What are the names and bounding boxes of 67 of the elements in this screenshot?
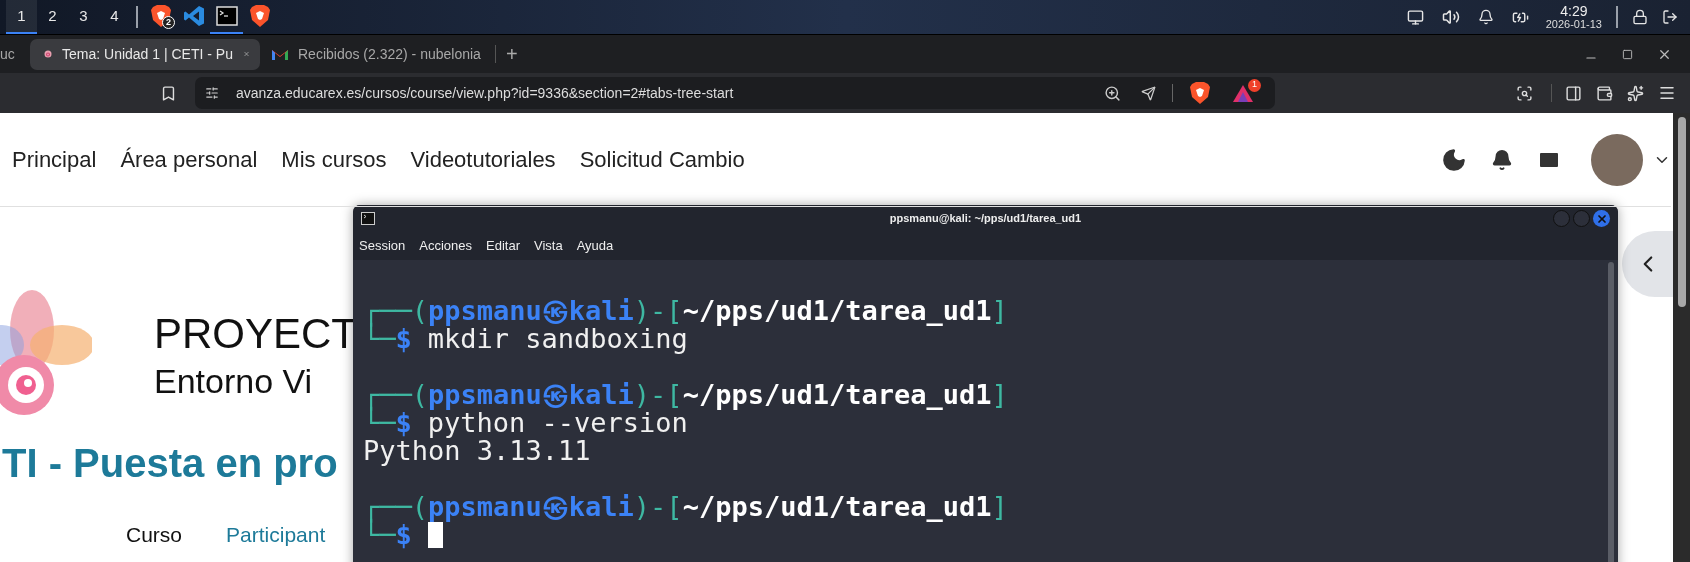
mail-favicon-icon: [272, 48, 288, 60]
sidebar-icon[interactable]: [1565, 84, 1582, 102]
notification-badge: 1: [1248, 78, 1261, 92]
logo-title: PROYECT: [154, 308, 358, 359]
terminal-icon: [361, 212, 375, 225]
wallet-icon[interactable]: [1596, 84, 1613, 102]
close-icon: [1595, 212, 1608, 225]
logo-subtitle: Entorno Vi: [154, 361, 314, 402]
nav-link[interactable]: Mis cursos: [281, 143, 387, 176]
menu-icon[interactable]: [1658, 84, 1676, 102]
menu-item[interactable]: Vista: [533, 236, 563, 256]
command-output: Python 3.13.11: [363, 437, 591, 465]
clock-date: 2026-01-13: [1545, 19, 1602, 30]
nav-link[interactable]: Videotutoriales: [410, 143, 556, 176]
send-icon[interactable]: [1141, 85, 1156, 101]
command-text: mkdir sandboxing: [427, 325, 688, 353]
drawer-toggle-button[interactable]: [1622, 231, 1674, 297]
prompt-dollar: $: [395, 521, 412, 549]
taskbar-app-button[interactable]: 2: [144, 0, 177, 34]
display-icon[interactable]: [1406, 8, 1424, 26]
nav-link[interactable]: Solicitud Cambio: [579, 143, 745, 176]
browser-tab[interactable]: Recibidos (2.322) - nubelonia: [260, 38, 493, 70]
close-button[interactable]: [1593, 210, 1610, 227]
workspace-button[interactable]: 2: [37, 0, 68, 34]
avatar-placeholder[interactable]: [1591, 133, 1643, 186]
scrollbar[interactable]: [1608, 262, 1614, 562]
assistant-icon[interactable]: [1627, 84, 1644, 102]
logout-icon[interactable]: [1662, 9, 1678, 25]
page-search-icon[interactable]: [1516, 84, 1533, 102]
address-bar[interactable]: avanza.educarex.es/cursos/course/view.php?id=9336&section=2#tabs-tree-start 1: [195, 77, 1275, 109]
text-cursor: [427, 522, 443, 548]
nav-link[interactable]: Principal: [12, 143, 97, 176]
scrollbar[interactable]: [1673, 113, 1690, 562]
workspace-button[interactable]: 3: [68, 0, 99, 34]
clock-time: 4:29: [1560, 4, 1588, 18]
lock-icon[interactable]: [1632, 9, 1648, 25]
site-settings-icon[interactable]: [205, 86, 219, 100]
command-text: python --version: [427, 409, 688, 437]
course-tab[interactable]: Participant: [226, 519, 326, 551]
code-editor-icon: [182, 5, 205, 27]
url-text: avanza.educarex.es/cursos/course/view.php?id=9336&section=2#tabs-tree-start: [236, 83, 734, 103]
shield-icon: [1189, 81, 1211, 105]
terminal-icon: [215, 6, 238, 26]
zoom-icon[interactable]: [1104, 84, 1121, 102]
notification-icon[interactable]: [1477, 9, 1494, 25]
window-title: ppsmanu@kali: ~/pps/ud1/tarea_ud1: [889, 211, 1082, 227]
nav-link[interactable]: Área personal: [120, 143, 258, 176]
menu-item[interactable]: Session: [359, 236, 406, 256]
workspace-button[interactable]: 4: [99, 0, 130, 34]
course-title: TI - Puesta en pro: [2, 440, 338, 487]
menu-item[interactable]: Acciones: [419, 236, 472, 256]
course-tab[interactable]: Curso: [126, 519, 183, 551]
prompt-dollar: $: [395, 325, 412, 353]
volume-icon[interactable]: [1441, 8, 1460, 26]
prompt-dollar: $: [395, 409, 412, 437]
lion-shield-icon: [248, 4, 271, 28]
count-badge: 2: [162, 16, 175, 29]
bookmark-icon[interactable]: [160, 84, 177, 102]
maximize-icon[interactable]: [1622, 48, 1633, 60]
menu-item[interactable]: Editar: [486, 236, 520, 256]
notification-icon[interactable]: [1491, 148, 1513, 171]
dark-mode-icon[interactable]: [1441, 146, 1467, 173]
workspace-button[interactable]: 1: [6, 0, 37, 34]
new-tab-button[interactable]: +: [495, 39, 528, 69]
browser-tab[interactable]: Tema: Unidad 1 | CETI - Pu: [30, 38, 260, 70]
browser-tab[interactable]: uc: [0, 38, 28, 70]
menu-item[interactable]: Ayuda: [576, 236, 614, 256]
